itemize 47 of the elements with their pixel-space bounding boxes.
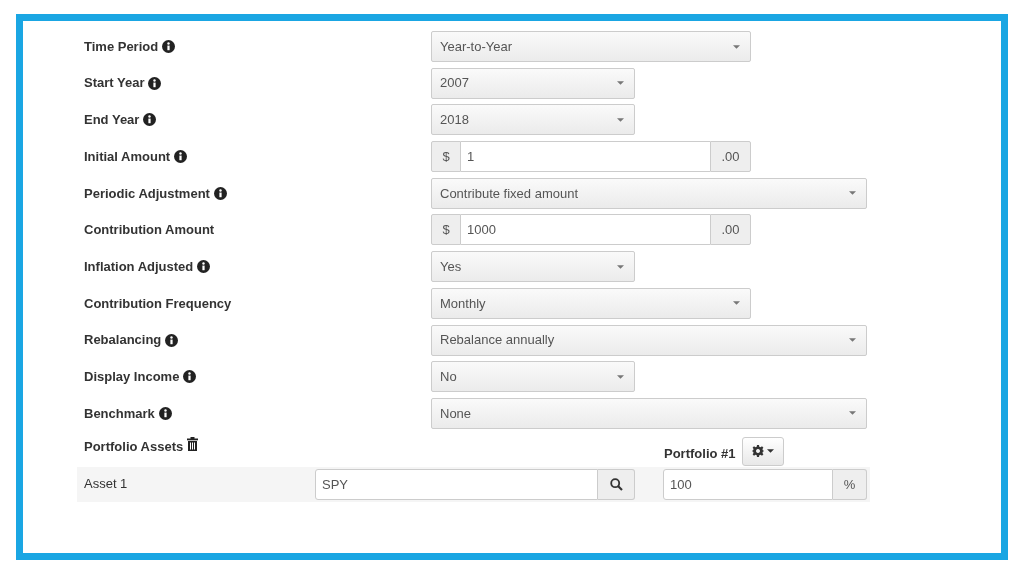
dropdown[interactable]: No bbox=[431, 361, 635, 393]
caret-icon bbox=[617, 81, 624, 86]
field-label: Time Period bbox=[84, 37, 159, 56]
caret-icon bbox=[617, 264, 624, 269]
settings-icon bbox=[752, 445, 764, 458]
asset-label: Asset 1 bbox=[84, 474, 129, 493]
search-icon bbox=[609, 477, 623, 491]
caret-icon bbox=[767, 449, 774, 454]
field-label: Initial Amount bbox=[84, 147, 171, 166]
dropdown[interactable]: Contribute fixed amount bbox=[431, 177, 867, 209]
caret-icon bbox=[849, 338, 856, 342]
caret-icon bbox=[733, 44, 740, 49]
field-label: Start Year bbox=[84, 74, 145, 93]
ticker-input[interactable]: SPY bbox=[315, 468, 598, 500]
field-label: Inflation Adjusted bbox=[84, 257, 194, 276]
allocation-input[interactable]: 100 bbox=[663, 468, 833, 500]
field-label: Contribution Amount bbox=[84, 221, 215, 240]
caret-icon bbox=[849, 411, 856, 416]
amount-input[interactable]: 1000 bbox=[461, 214, 710, 246]
trash-icon[interactable] bbox=[187, 436, 199, 451]
caret-icon bbox=[733, 301, 740, 306]
section-label: Portfolio Assets bbox=[84, 437, 184, 456]
amount-input[interactable]: 1 bbox=[461, 141, 710, 173]
settings-button[interactable] bbox=[742, 436, 784, 466]
dropdown[interactable]: None bbox=[431, 397, 867, 429]
currency-addon: $ bbox=[431, 214, 461, 246]
dropdown[interactable]: 2018 bbox=[431, 104, 635, 136]
caret-icon bbox=[617, 117, 624, 122]
dropdown[interactable]: Rebalance annually bbox=[431, 324, 867, 356]
caret-icon bbox=[617, 374, 624, 379]
field-label: Contribution Frequency bbox=[84, 294, 232, 313]
field-label: Display Income bbox=[84, 367, 180, 386]
caret-icon bbox=[849, 191, 856, 196]
currency-addon: $ bbox=[431, 141, 461, 173]
field-label: Benchmark bbox=[84, 404, 155, 423]
field-label: End Year bbox=[84, 111, 140, 130]
portfolio-title: Portfolio #1 bbox=[664, 445, 737, 464]
dropdown[interactable]: Yes bbox=[431, 251, 635, 283]
field-label: Rebalancing bbox=[84, 331, 162, 350]
cents-addon: .00 bbox=[710, 214, 751, 246]
field-label: Periodic Adjustment bbox=[84, 184, 210, 203]
dropdown[interactable]: 2007 bbox=[431, 67, 635, 99]
search-button[interactable] bbox=[598, 468, 635, 500]
dropdown[interactable]: Monthly bbox=[431, 287, 751, 319]
cents-addon: .00 bbox=[710, 141, 751, 173]
percent-addon: % bbox=[833, 468, 867, 500]
dropdown[interactable]: Year-to-Year bbox=[431, 31, 751, 62]
